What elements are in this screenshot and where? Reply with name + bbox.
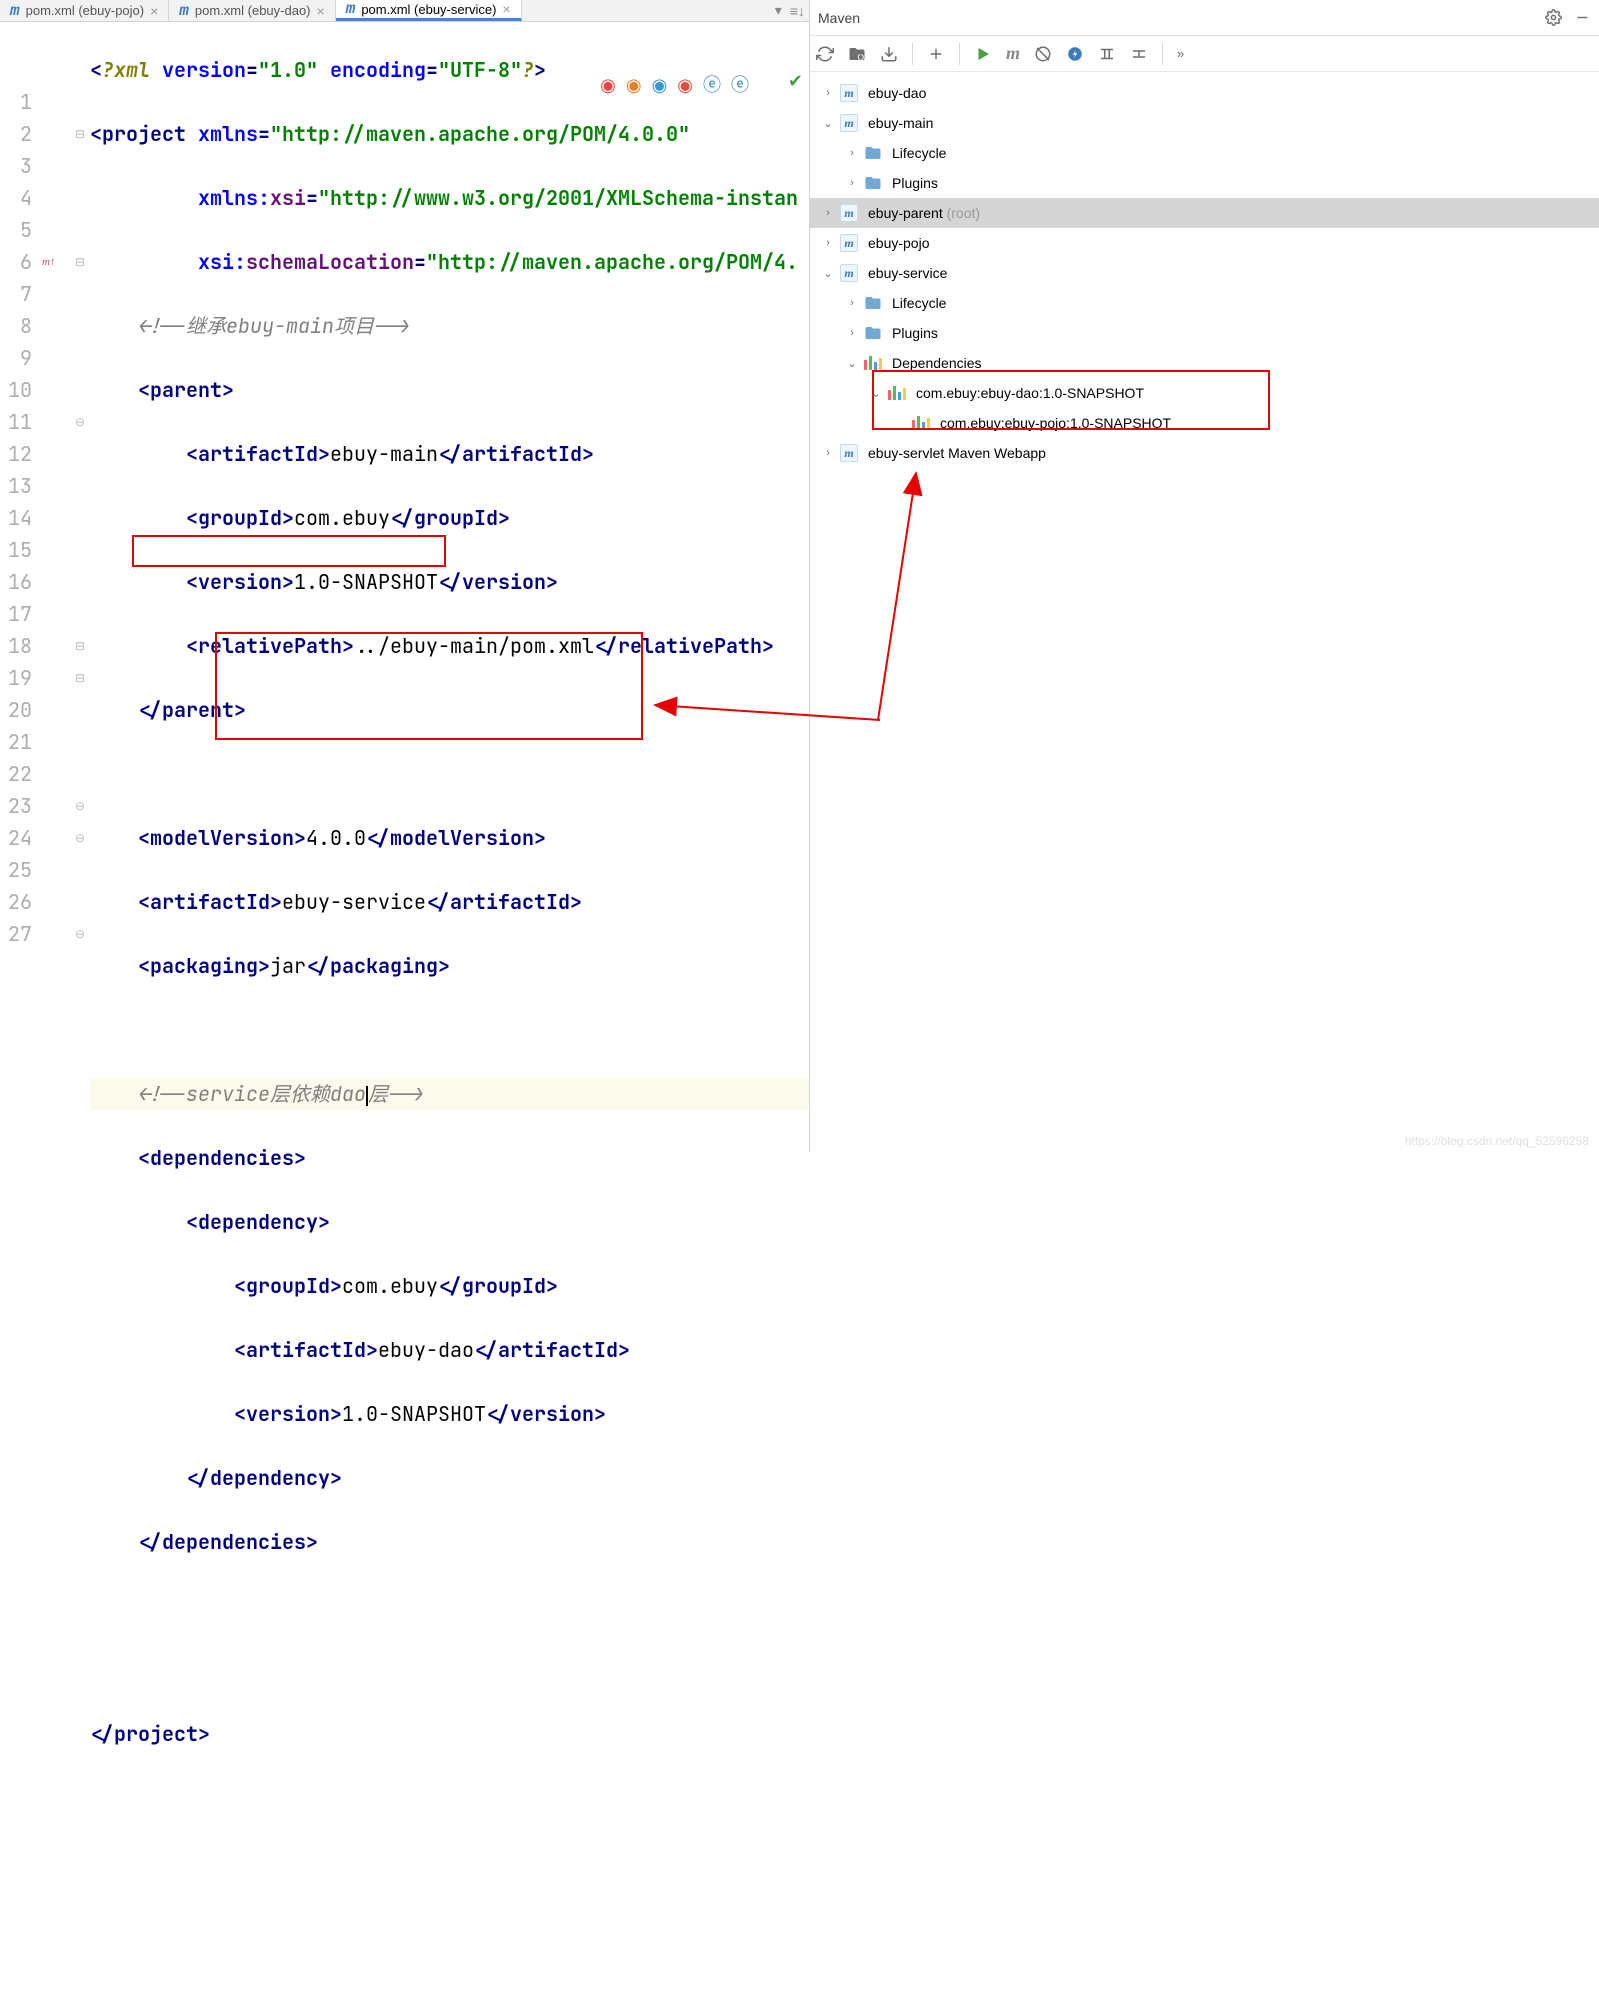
add-icon[interactable]: [927, 45, 945, 63]
tree-dep-dao[interactable]: ⌄com.ebuy:ebuy-dao:1.0-SNAPSHOT: [810, 378, 1599, 408]
close-icon[interactable]: ×: [502, 1, 510, 17]
maven-tree: ›mebuy-dao ⌄mebuy-main ›Lifecycle ›Plugi…: [810, 72, 1599, 474]
maven-header: Maven: [810, 0, 1599, 36]
maven-title: Maven: [818, 10, 1533, 26]
tree-plugins[interactable]: ›Plugins: [810, 168, 1599, 198]
opera-icon[interactable]: ◉: [677, 70, 693, 102]
bars-icon: [912, 416, 930, 430]
tree-ebuy-service[interactable]: ⌄mebuy-service: [810, 258, 1599, 288]
tree-ebuy-dao[interactable]: ›mebuy-dao: [810, 78, 1599, 108]
fold-gutter: ⊟ ⊟ ⊖ ⊟⊟ ⊖⊖ ⊖: [70, 22, 90, 2006]
minimize-icon[interactable]: [1574, 9, 1591, 26]
tree-dep-pojo[interactable]: com.ebuy:ebuy-pojo:1.0-SNAPSHOT: [810, 408, 1599, 438]
chevron-right-icon[interactable]: ›: [844, 147, 860, 159]
maven-m-icon[interactable]: m: [1006, 43, 1020, 64]
show-dependencies-icon[interactable]: [1098, 45, 1116, 63]
chevron-right-icon[interactable]: ›: [844, 177, 860, 189]
generate-sources-icon[interactable]: [848, 45, 866, 63]
edge-icon[interactable]: ⓔ: [731, 70, 749, 102]
folder-icon: [864, 144, 882, 162]
tree-label: ebuy-parent: [868, 205, 943, 221]
chevron-right-icon[interactable]: ›: [820, 87, 836, 99]
maven-icon: m: [10, 2, 20, 20]
folder-icon: [864, 174, 882, 192]
chevron-down-icon[interactable]: ⌄: [820, 267, 836, 280]
reimport-icon[interactable]: [816, 45, 834, 63]
maven-icon: m: [179, 2, 189, 20]
tab-label: pom.xml (ebuy-dao): [195, 3, 311, 18]
browser-icons: ◉ ◉ ◉ ◉ ⓔ ⓔ: [600, 70, 749, 102]
collapse-all-icon[interactable]: [1130, 45, 1148, 63]
tab-bar: m pom.xml (ebuy-pojo) × m pom.xml (ebuy-dao…: [0, 0, 809, 22]
firefox-icon[interactable]: ◉: [626, 70, 642, 102]
chevron-right-icon[interactable]: ›: [820, 207, 836, 219]
ie-icon[interactable]: ⓔ: [703, 70, 721, 102]
chevron-right-icon[interactable]: ›: [820, 237, 836, 249]
tree-lifecycle[interactable]: ›Lifecycle: [810, 138, 1599, 168]
download-sources-icon[interactable]: [880, 45, 898, 63]
line-number-gutter: 1234567891011121314151617181920212223242…: [0, 22, 42, 2006]
chrome-icon[interactable]: ◉: [600, 70, 616, 102]
chevron-down-icon[interactable]: ⌄: [868, 387, 884, 400]
tab-list-icon[interactable]: ≡↓: [786, 3, 809, 19]
tree-ebuy-main[interactable]: ⌄mebuy-main: [810, 108, 1599, 138]
chevron-right-icon[interactable]: ›: [820, 447, 836, 459]
code-area[interactable]: <?xml version="1.0" encoding="UTF-8"?> <…: [90, 22, 809, 2006]
maven-icon: m: [346, 0, 356, 18]
chevron-right-icon[interactable]: ›: [844, 297, 860, 309]
gear-icon[interactable]: [1545, 9, 1562, 26]
highlight-comment: [132, 535, 446, 567]
editor-panel: m pom.xml (ebuy-pojo) × m pom.xml (ebuy-dao…: [0, 0, 810, 1152]
run-icon[interactable]: [974, 45, 992, 63]
check-icon: ✔: [788, 66, 803, 98]
tree-plugins-2[interactable]: ›Plugins: [810, 318, 1599, 348]
marker-gutter: m↑: [42, 22, 70, 2006]
watermark: https://blog.csdn.net/qq_52596258: [1405, 1134, 1589, 1148]
tab-ebuy-pojo[interactable]: m pom.xml (ebuy-pojo) ×: [0, 0, 169, 21]
tree-ebuy-servlet[interactable]: ›mebuy-servlet Maven Webapp: [810, 438, 1599, 468]
toggle-skip-tests-icon[interactable]: [1034, 45, 1052, 63]
safari-icon[interactable]: ◉: [652, 70, 668, 102]
chevron-down-icon[interactable]: ⌄: [844, 357, 860, 370]
close-icon[interactable]: ×: [317, 3, 325, 19]
tree-ebuy-pojo[interactable]: ›mebuy-pojo: [810, 228, 1599, 258]
tree-root-label: (root): [947, 205, 980, 221]
chevron-right-icon[interactable]: ›: [844, 327, 860, 339]
tree-lifecycle-2[interactable]: ›Lifecycle: [810, 288, 1599, 318]
chevron-down-icon[interactable]: ⌄: [820, 117, 836, 130]
folder-icon: [864, 294, 882, 312]
tab-label: pom.xml (ebuy-service): [361, 2, 496, 17]
tab-ebuy-service[interactable]: m pom.xml (ebuy-service) ×: [336, 0, 522, 21]
tab-dropdown-icon[interactable]: ▾: [771, 2, 786, 19]
tree-ebuy-parent[interactable]: ›mebuy-parent (root): [810, 198, 1599, 228]
close-icon[interactable]: ×: [150, 3, 158, 19]
maven-toolbar: m »: [810, 36, 1599, 72]
folder-icon: [864, 324, 882, 342]
maven-panel: Maven m » ›mebuy-dao ⌄mebuy-main ›Lifecy…: [810, 0, 1599, 1152]
toggle-offline-icon[interactable]: [1066, 45, 1084, 63]
tab-label: pom.xml (ebuy-pojo): [26, 3, 145, 18]
bars-icon: [888, 386, 906, 400]
tree-dependencies[interactable]: ⌄Dependencies: [810, 348, 1599, 378]
more-icon[interactable]: »: [1177, 46, 1184, 61]
bars-icon: [864, 356, 882, 370]
editor-body: 1234567891011121314151617181920212223242…: [0, 22, 809, 2006]
tab-ebuy-dao[interactable]: m pom.xml (ebuy-dao) ×: [169, 0, 335, 21]
